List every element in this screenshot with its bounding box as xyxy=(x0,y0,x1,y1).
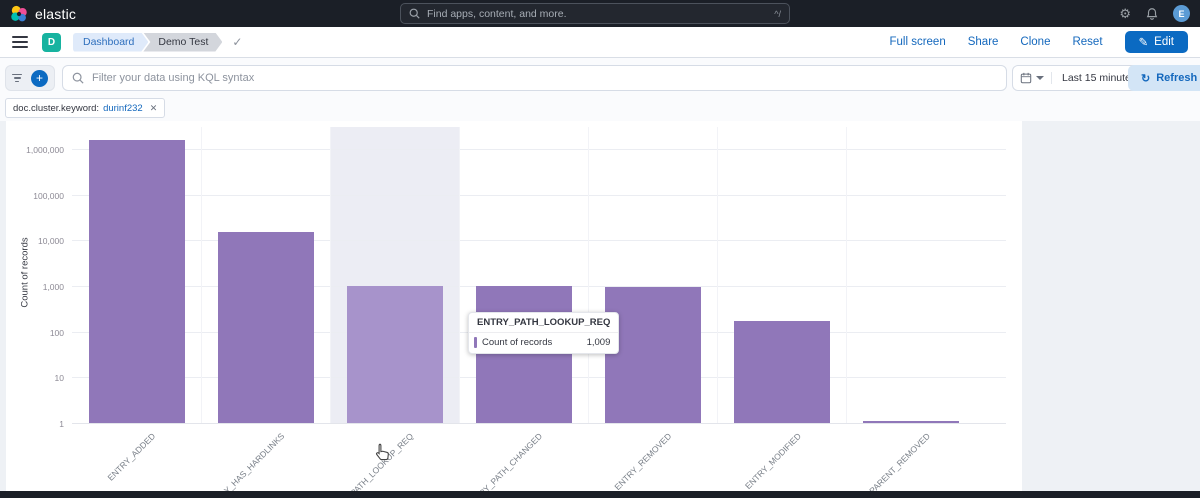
x-gridline xyxy=(201,127,202,423)
kql-search-input[interactable]: Filter your data using KQL syntax xyxy=(62,65,1007,91)
bar-ENTRY_ADDED[interactable] xyxy=(89,140,185,423)
menu-hamburger-icon[interactable] xyxy=(12,36,28,48)
refresh-button-label: Refresh xyxy=(1156,72,1197,84)
mouse-hand-cursor xyxy=(374,443,390,462)
bar-ENTRY_MODIFIED[interactable] xyxy=(734,321,830,423)
bar-chart-panel[interactable]: Count of records ENTRY_PATH_LOOKUP_REQ C… xyxy=(6,121,1022,491)
tooltip-title: ENTRY_PATH_LOOKUP_REQ xyxy=(469,313,618,333)
brand-name: elastic xyxy=(35,6,76,22)
x-axis-tick-label: ENTRY_MODIFIED xyxy=(743,431,803,491)
date-picker-group: Last 15 minutes xyxy=(1012,65,1147,91)
top-header: elastic Find apps, content, and more. ^/… xyxy=(0,0,1200,27)
y-axis-tick-label: 10,000 xyxy=(6,236,64,246)
search-icon xyxy=(72,72,84,84)
chevron-down-icon xyxy=(1036,76,1044,80)
notifications-bell-icon[interactable] xyxy=(1145,7,1159,21)
x-gridline xyxy=(846,127,847,423)
y-axis-tick-label: 100 xyxy=(6,328,64,338)
tooltip-value: 1,009 xyxy=(573,337,611,348)
y-axis-tick-label: 1 xyxy=(6,419,64,429)
breadcrumb-dashboard[interactable]: Dashboard xyxy=(73,33,148,52)
global-search-placeholder: Find apps, content, and more. xyxy=(427,8,767,20)
edit-button-label: Edit xyxy=(1154,36,1174,48)
gear-icon[interactable]: ⚙ xyxy=(1119,7,1131,20)
share-button[interactable]: Share xyxy=(968,36,999,48)
elastic-logo-icon xyxy=(10,5,28,23)
filter-pill[interactable]: doc.cluster.keyword: durinf232 ✕ xyxy=(5,98,165,118)
calendar-button[interactable] xyxy=(1013,72,1052,84)
global-search-input[interactable]: Find apps, content, and more. ^/ xyxy=(400,3,790,24)
x-axis-tick-label: ENTRY_PATH_LOOKUP_REQ xyxy=(325,431,416,498)
x-axis-line xyxy=(72,423,1006,424)
tooltip-series-swatch xyxy=(474,337,477,348)
y-axis-title: Count of records xyxy=(20,218,31,328)
filter-pill-value: durinf232 xyxy=(103,103,143,114)
bar-ENTRY_PATH_LOOKUP_REQ[interactable] xyxy=(347,286,443,423)
refresh-icon: ↻ xyxy=(1141,72,1150,85)
breadcrumb-demo-test[interactable]: Demo Test xyxy=(143,33,222,52)
filter-controls-group: + xyxy=(5,65,55,91)
search-icon xyxy=(409,8,420,19)
x-gridline xyxy=(459,127,460,423)
y-gridline xyxy=(72,149,1006,150)
saved-check-icon: ✓ xyxy=(232,35,242,49)
y-gridline xyxy=(72,240,1006,241)
pencil-icon: ✎ xyxy=(1139,35,1149,49)
nav-row: D Dashboard Demo Test ✓ Full screen Shar… xyxy=(0,27,1200,58)
bar-ENTRY_REMOVED[interactable] xyxy=(605,287,701,423)
bottom-strip xyxy=(0,491,1200,498)
x-axis-tick-label: ENTRY_ADDED xyxy=(106,431,158,483)
reset-button[interactable]: Reset xyxy=(1072,36,1102,48)
remove-filter-icon[interactable]: ✕ xyxy=(150,103,158,114)
filter-funnel-icon[interactable] xyxy=(12,74,22,83)
tooltip-series-label: Count of records xyxy=(482,337,552,348)
filter-bar: + Filter your data using KQL syntax Last… xyxy=(0,58,1200,121)
x-axis-tick-label: ENTRY_HAS_HARDLINKS xyxy=(206,431,287,498)
bar-ENTRY_PATH_CHANGED[interactable] xyxy=(476,286,572,423)
clone-button[interactable]: Clone xyxy=(1020,36,1050,48)
full-screen-button[interactable]: Full screen xyxy=(889,36,945,48)
kql-placeholder: Filter your data using KQL syntax xyxy=(92,72,254,84)
y-axis-tick-label: 10 xyxy=(6,373,64,383)
x-gridline xyxy=(330,127,331,423)
calendar-icon xyxy=(1020,72,1032,84)
refresh-button[interactable]: ↻ Refresh xyxy=(1128,65,1200,91)
chart-tooltip: ENTRY_PATH_LOOKUP_REQ Count of records 1… xyxy=(468,312,619,354)
y-axis-tick-label: 1,000,000 xyxy=(6,145,64,155)
edit-button[interactable]: ✎ Edit xyxy=(1125,31,1188,53)
add-filter-button[interactable]: + xyxy=(31,70,48,87)
elastic-logo[interactable]: elastic xyxy=(10,5,76,23)
bar-ENTRY_HAS_HARDLINKS[interactable] xyxy=(218,232,314,423)
user-avatar[interactable]: E xyxy=(1173,5,1190,22)
x-axis-tick-label: ENTRY_PATH_CHANGED xyxy=(465,431,544,498)
y-axis-tick-label: 100,000 xyxy=(6,191,64,201)
filter-pill-field: doc.cluster.keyword: xyxy=(13,103,99,114)
x-gridline xyxy=(588,127,589,423)
x-axis-tick-label: ENTRY_REMOVED xyxy=(613,431,674,492)
y-gridline xyxy=(72,195,1006,196)
dashboard-badge[interactable]: D xyxy=(42,33,61,52)
bar-ENTRY_PARENT_REMOVED[interactable] xyxy=(863,421,959,423)
y-axis-tick-label: 1,000 xyxy=(6,282,64,292)
shortcut-hint: ^/ xyxy=(774,9,781,19)
x-gridline xyxy=(717,127,718,423)
x-axis-tick-label: ENTRY_PARENT_REMOVED xyxy=(843,431,931,498)
